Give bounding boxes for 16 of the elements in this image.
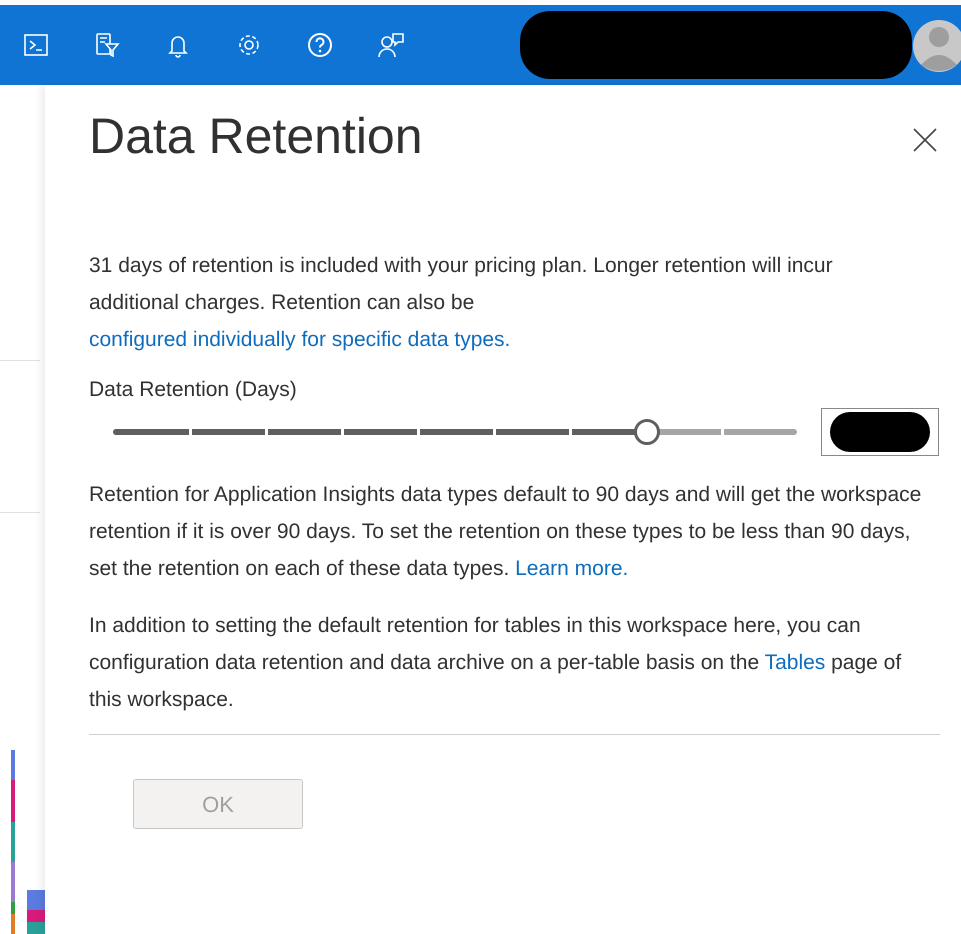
panel-title: Data Retention (89, 107, 423, 166)
text-link[interactable]: configured individually for specific data types. (89, 328, 510, 351)
text-link[interactable]: Tables (764, 651, 826, 674)
days-input-field[interactable] (821, 408, 939, 456)
close-icon[interactable] (912, 127, 938, 153)
slider-track[interactable] (113, 419, 797, 445)
intro-paragraph: 31 days of retention is included with your pricing plan. Longer retention will incur additional charges. Retention can also be configured individually for specific data types. (89, 253, 834, 353)
text-link[interactable]: Learn more. (515, 557, 628, 580)
filter-icon[interactable] (93, 31, 121, 59)
note-paragraph: Retention for Application Insights data types default to 90 days and will get the workspace retention if it is over 90 days. To set the retention on these types to be less than 90 days, set the retention on each of these data types. Learn more. (89, 482, 922, 582)
help-icon[interactable] (306, 31, 334, 59)
tables-paragraph: In addition to setting the default retention for tables in this workspace here, you can configuration data retention and data archive on a per-table basis on the Tables page of this workspace. (89, 613, 902, 713)
feedback-icon[interactable] (377, 31, 405, 59)
slider-label: Data Retention (Days) (89, 377, 297, 403)
terminal-icon[interactable] (22, 31, 50, 59)
slider-thumb[interactable] (634, 419, 660, 445)
